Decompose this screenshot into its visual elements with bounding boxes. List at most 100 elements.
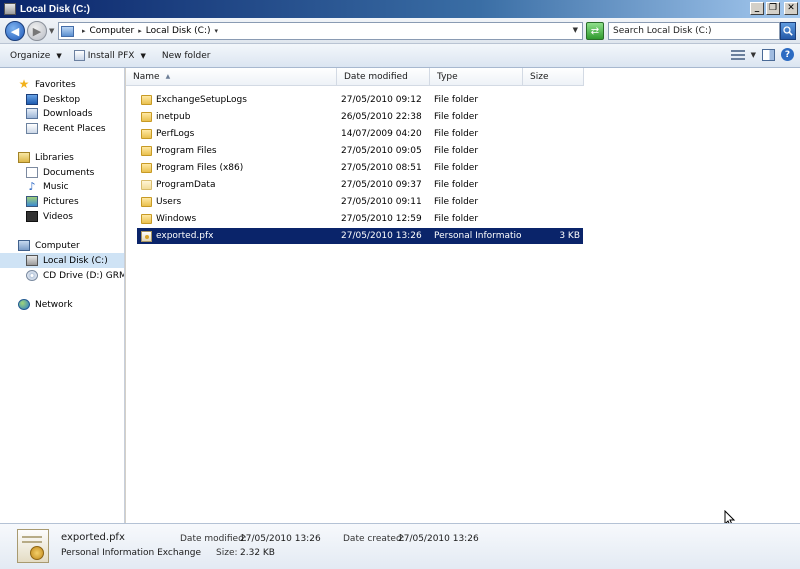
- forward-button[interactable]: ▶: [27, 21, 47, 41]
- file-row[interactable]: Users 27/05/2010 09:11 File folder: [137, 194, 583, 210]
- details-size: 2.32 KB: [240, 548, 275, 558]
- column-header-size[interactable]: Size: [523, 68, 584, 86]
- nav-videos[interactable]: Videos: [0, 209, 124, 224]
- nav-downloads[interactable]: Downloads: [0, 106, 124, 121]
- nav-recent-places[interactable]: Recent Places: [0, 121, 124, 136]
- folder-icon: [141, 180, 152, 190]
- install-pfx-button[interactable]: Install PFX ▼: [68, 46, 152, 66]
- search-input[interactable]: Search Local Disk (C:): [608, 22, 780, 40]
- file-date: 26/05/2010 22:38: [341, 112, 422, 122]
- computer-icon: [18, 240, 30, 251]
- folder-icon: [141, 197, 152, 207]
- back-button[interactable]: ◀: [5, 21, 25, 41]
- star-icon: ★: [18, 77, 30, 91]
- folder-icon: [141, 163, 152, 173]
- nav-downloads-label: Downloads: [43, 108, 93, 119]
- address-bar[interactable]: ▸ Computer ▸ Local Disk (C:) ▾ ▼: [58, 22, 583, 40]
- folder-icon: [141, 129, 152, 139]
- help-icon[interactable]: ?: [781, 48, 794, 61]
- desktop-icon: [26, 94, 38, 105]
- nav-pictures-label: Pictures: [43, 196, 79, 207]
- chevron-down-icon[interactable]: ▾: [215, 27, 219, 35]
- nav-network-label: Network: [35, 299, 73, 310]
- file-date: 27/05/2010 08:51: [341, 163, 422, 173]
- nav-documents[interactable]: Documents: [0, 165, 124, 180]
- file-date: 27/05/2010 09:05: [341, 146, 422, 156]
- nav-music-label: Music: [43, 181, 69, 192]
- file-row[interactable]: ExchangeSetupLogs 27/05/2010 09:12 File …: [137, 92, 583, 108]
- chevron-right-icon[interactable]: ▸: [82, 27, 86, 35]
- recent-pages-dropdown[interactable]: ▼: [49, 27, 54, 35]
- preview-pane-icon[interactable]: [762, 48, 775, 61]
- nav-network[interactable]: Network: [0, 297, 124, 312]
- breadcrumb-local-disk[interactable]: Local Disk (C:): [146, 26, 211, 36]
- nav-recent-places-label: Recent Places: [43, 123, 106, 134]
- arrow-right-icon: ▶: [32, 24, 42, 38]
- file-size: 3 KB: [559, 231, 580, 241]
- breadcrumb-computer[interactable]: Computer: [90, 26, 135, 36]
- details-date-created-label: Date created:: [343, 534, 405, 544]
- file-date: 27/05/2010 09:12: [341, 95, 422, 105]
- file-row[interactable]: PerfLogs 14/07/2009 04:20 File folder: [137, 126, 583, 142]
- nav-favorites[interactable]: ★ Favorites: [0, 77, 124, 92]
- new-folder-button[interactable]: New folder: [156, 46, 217, 66]
- file-row[interactable]: Program Files (x86) 27/05/2010 08:51 Fil…: [137, 160, 583, 176]
- file-date: 27/05/2010 09:11: [341, 197, 422, 207]
- nav-cd-drive[interactable]: CD Drive (D:) GRMSXV: [0, 268, 124, 283]
- downloads-icon: [26, 108, 38, 119]
- column-header-type[interactable]: Type: [430, 68, 523, 86]
- certificate-file-icon: [17, 529, 49, 563]
- chevron-right-icon[interactable]: ▸: [138, 27, 142, 35]
- column-header-name[interactable]: Name ▲: [126, 68, 337, 86]
- search-button[interactable]: [780, 22, 796, 40]
- column-header-name-label: Name: [133, 71, 160, 82]
- nav-computer[interactable]: Computer: [0, 238, 124, 253]
- restore-button[interactable]: ❐: [766, 2, 780, 15]
- file-name: Program Files: [156, 146, 217, 156]
- file-name: ProgramData: [156, 180, 216, 190]
- nav-libraries[interactable]: Libraries: [0, 150, 124, 165]
- organize-label: Organize: [10, 50, 51, 61]
- file-row[interactable]: Windows 27/05/2010 12:59 File folder: [137, 211, 583, 227]
- file-type: File folder: [434, 112, 479, 122]
- column-header-type-label: Type: [437, 71, 458, 82]
- column-header-date-label: Date modified: [344, 71, 408, 82]
- refresh-button[interactable]: ⇄: [586, 22, 604, 40]
- window-title: Local Disk (C:): [20, 3, 91, 15]
- details-file-name: exported.pfx: [61, 532, 125, 543]
- libraries-icon: [18, 152, 30, 163]
- videos-icon: [26, 211, 38, 222]
- nav-pictures[interactable]: Pictures: [0, 194, 124, 209]
- details-date-modified: 27/05/2010 13:26: [240, 534, 321, 544]
- chevron-down-icon[interactable]: ▼: [751, 51, 756, 59]
- chevron-down-icon[interactable]: ▼: [140, 52, 145, 60]
- folder-icon: [141, 112, 152, 122]
- refresh-icon: ⇄: [590, 25, 600, 37]
- file-date: 27/05/2010 12:59: [341, 214, 422, 224]
- title-bar: Local Disk (C:) _ ❐ ✕: [0, 0, 800, 18]
- nav-local-disk[interactable]: Local Disk (C:): [0, 253, 124, 268]
- network-icon: [18, 299, 30, 310]
- file-row[interactable]: Program Files 27/05/2010 09:05 File fold…: [137, 143, 583, 159]
- file-row[interactable]: inetpub 26/05/2010 22:38 File folder: [137, 109, 583, 125]
- file-name: inetpub: [156, 112, 191, 122]
- organize-menu[interactable]: Organize ▼: [4, 46, 68, 66]
- install-pfx-label: Install PFX: [87, 50, 135, 61]
- file-row[interactable]: ProgramData 27/05/2010 09:37 File folder: [137, 177, 583, 193]
- address-history-dropdown[interactable]: ▼: [573, 26, 578, 34]
- file-row-selected[interactable]: exported.pfx 27/05/2010 13:26 Personal I…: [137, 228, 583, 244]
- close-button[interactable]: ✕: [784, 2, 798, 15]
- column-header-date[interactable]: Date modified: [337, 68, 430, 86]
- nav-desktop[interactable]: Desktop: [0, 92, 124, 107]
- change-view-icon[interactable]: [730, 49, 745, 61]
- nav-music[interactable]: ♪ Music: [0, 179, 124, 194]
- nav-documents-label: Documents: [43, 167, 95, 178]
- minimize-button[interactable]: _: [750, 2, 764, 15]
- file-name: Users: [156, 197, 182, 207]
- nav-desktop-label: Desktop: [43, 94, 81, 105]
- address-row: ◀ ▶ ▼ ▸ Computer ▸ Local Disk (C:) ▾ ▼ ⇄…: [0, 18, 800, 44]
- pictures-icon: [26, 196, 38, 207]
- file-type: File folder: [434, 214, 479, 224]
- computer-icon: [61, 25, 74, 37]
- chevron-down-icon: ▼: [56, 51, 62, 60]
